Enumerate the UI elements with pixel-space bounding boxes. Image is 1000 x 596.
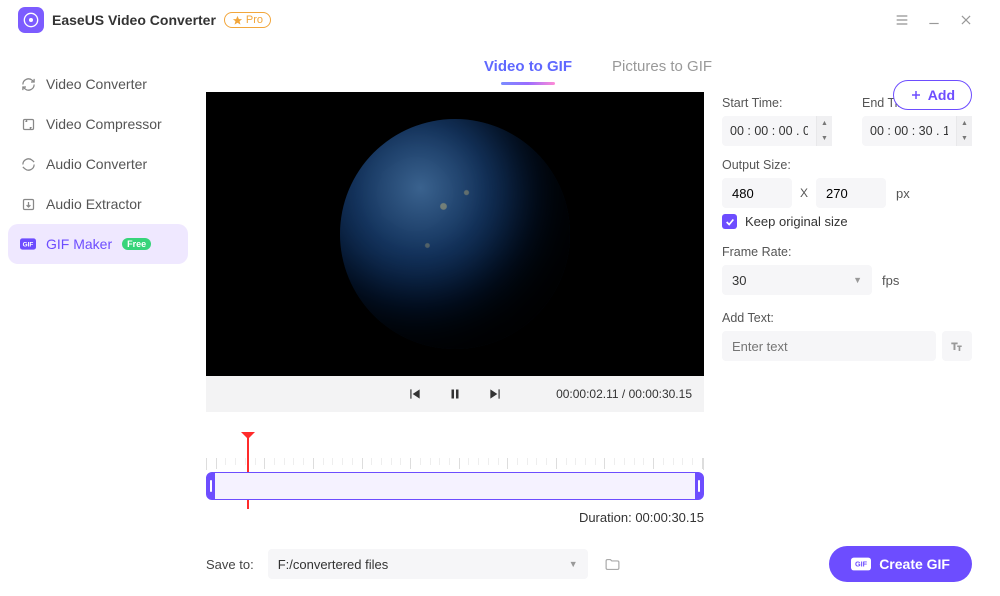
frame-rate-select[interactable]: 30 ▼ xyxy=(722,265,872,295)
frame-rate-label: Frame Rate: xyxy=(722,245,972,259)
chevron-down-icon: ▼ xyxy=(569,559,578,569)
save-to-label: Save to: xyxy=(206,557,254,572)
main-panel: Video to GIF Pictures to GIF Add 00:00:0… xyxy=(196,40,1000,596)
sidebar-item-label: Audio Converter xyxy=(46,156,147,172)
timeline: Duration: 00:00:30.15 xyxy=(206,434,704,525)
end-time-input[interactable]: ▲▼ xyxy=(862,116,972,146)
pause-button[interactable] xyxy=(446,385,464,403)
sidebar-item-label: Video Compressor xyxy=(46,116,162,132)
preview-content xyxy=(340,119,570,349)
sidebar-item-video-compressor[interactable]: Video Compressor xyxy=(8,104,188,144)
add-text-input[interactable] xyxy=(722,331,936,361)
sidebar-item-video-converter[interactable]: Video Converter xyxy=(8,64,188,104)
pro-badge: Pro xyxy=(224,12,271,28)
tab-video-to-gif[interactable]: Video to GIF xyxy=(484,52,572,81)
svg-text:T: T xyxy=(952,341,958,351)
svg-text:T: T xyxy=(958,347,962,353)
close-icon[interactable] xyxy=(950,4,982,36)
svg-text:GIF: GIF xyxy=(855,560,868,569)
sidebar: Video Converter Video Compressor Audio C… xyxy=(0,40,196,596)
add-button[interactable]: Add xyxy=(893,80,972,110)
keep-original-label: Keep original size xyxy=(745,214,848,229)
next-button[interactable] xyxy=(486,385,504,403)
range-start-handle[interactable] xyxy=(207,473,215,499)
prev-button[interactable] xyxy=(406,385,424,403)
sidebar-item-label: Audio Extractor xyxy=(46,196,142,212)
tab-pictures-to-gif[interactable]: Pictures to GIF xyxy=(612,52,712,81)
output-size-label: Output Size: xyxy=(722,158,972,172)
playback-time: 00:00:02.11 / 00:00:30.15 xyxy=(556,387,692,401)
keep-original-checkbox[interactable] xyxy=(722,214,737,229)
chevron-down-icon[interactable]: ▼ xyxy=(816,131,832,146)
refresh-icon xyxy=(20,157,36,172)
menu-icon[interactable] xyxy=(886,4,918,36)
add-text-label: Add Text: xyxy=(722,311,972,325)
range-end-handle[interactable] xyxy=(695,473,703,499)
sidebar-item-label: Video Converter xyxy=(46,76,147,92)
gif-icon: GIF xyxy=(20,238,36,250)
chevron-up-icon[interactable]: ▲ xyxy=(956,116,972,131)
width-input[interactable] xyxy=(722,178,792,208)
footer-bar: Save to: F:/convertered files ▼ GIF Crea… xyxy=(206,546,972,582)
open-folder-button[interactable] xyxy=(598,549,628,579)
chevron-down-icon[interactable]: ▼ xyxy=(956,131,972,146)
chevron-down-icon: ▼ xyxy=(853,275,862,285)
settings-panel: Start Time: ▲▼ End Time: ▲▼ xyxy=(722,92,972,525)
text-style-button[interactable]: TT xyxy=(942,331,972,361)
svg-text:GIF: GIF xyxy=(23,241,34,248)
sidebar-item-label: GIF Maker xyxy=(46,236,112,252)
tab-bar: Video to GIF Pictures to GIF xyxy=(196,40,1000,92)
sidebar-item-gif-maker[interactable]: GIF GIF Maker Free xyxy=(8,224,188,264)
video-preview[interactable] xyxy=(206,92,704,376)
sidebar-item-audio-extractor[interactable]: Audio Extractor xyxy=(8,184,188,224)
compress-icon xyxy=(20,117,36,132)
create-gif-button[interactable]: GIF Create GIF xyxy=(829,546,972,582)
app-title: EaseUS Video Converter xyxy=(52,12,216,28)
refresh-icon xyxy=(20,77,36,92)
height-input[interactable] xyxy=(816,178,886,208)
save-path-select[interactable]: F:/convertered files ▼ xyxy=(268,549,588,579)
clip-range[interactable] xyxy=(206,472,704,500)
chevron-up-icon[interactable]: ▲ xyxy=(816,116,832,131)
free-badge: Free xyxy=(122,238,151,250)
minimize-icon[interactable] xyxy=(918,4,950,36)
start-time-label: Start Time: xyxy=(722,96,832,110)
title-bar: EaseUS Video Converter Pro xyxy=(0,0,1000,40)
start-time-input[interactable]: ▲▼ xyxy=(722,116,832,146)
sidebar-item-audio-converter[interactable]: Audio Converter xyxy=(8,144,188,184)
duration-display: Duration: 00:00:30.15 xyxy=(206,510,704,525)
timeline-ruler[interactable] xyxy=(206,458,704,470)
extract-icon xyxy=(20,197,36,212)
app-logo-icon xyxy=(18,7,44,33)
playback-controls: 00:00:02.11 / 00:00:30.15 xyxy=(206,376,704,412)
